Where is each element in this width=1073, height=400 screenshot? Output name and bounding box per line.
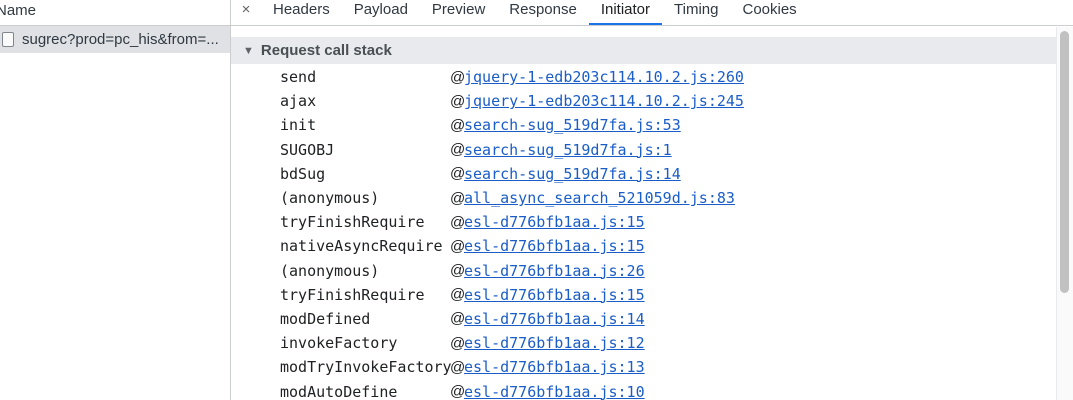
source-location-link[interactable]: esl-d776bfb1aa.js:13	[464, 358, 645, 376]
at-symbol: @	[450, 165, 466, 183]
vertical-scrollbar[interactable]	[1056, 27, 1073, 400]
function-name: bdSug	[280, 164, 326, 183]
call-stack-row: bdSug @ search-sug_519d7fa.js:14	[280, 162, 1040, 186]
close-details-icon[interactable]: ×	[231, 0, 261, 20]
at-symbol: @	[450, 334, 466, 352]
tab-payload[interactable]: Payload	[342, 0, 420, 25]
call-stack-row: tryFinishRequire @ esl-d776bfb1aa.js:15	[280, 283, 1040, 307]
call-stack-row: modAutoDefine @ esl-d776bfb1aa.js:10	[280, 379, 1040, 400]
source-location-link[interactable]: esl-d776bfb1aa.js:10	[464, 383, 645, 400]
collapse-caret-icon: ▼	[243, 44, 254, 57]
name-column-header-label: Name	[0, 2, 37, 19]
at-symbol: @	[450, 116, 466, 134]
source-location-link[interactable]: esl-d776bfb1aa.js:15	[464, 286, 645, 304]
call-stack-row: (anonymous) @ all_async_search_521059d.js:…	[280, 186, 1040, 210]
function-name: modTryInvokeFactory	[280, 358, 452, 377]
request-name: sugrec?prod=pc_his&from=...	[22, 31, 219, 48]
at-symbol: @	[450, 68, 466, 86]
at-symbol: @	[450, 213, 466, 231]
function-name: ajax	[280, 92, 317, 111]
function-name: nativeAsyncRequire	[280, 237, 443, 256]
source-location-link[interactable]: esl-d776bfb1aa.js:12	[464, 334, 645, 352]
tab-cookies[interactable]: Cookies	[730, 0, 808, 25]
source-location-link[interactable]: all_async_search_521059d.js:83	[464, 189, 735, 207]
function-name: SUGOBJ	[280, 140, 335, 159]
call-stack-list: send @ jquery-1-edb203c114.10.2.js:260 ajax…	[280, 65, 1040, 400]
at-symbol: @	[450, 383, 466, 400]
request-call-stack-header[interactable]: ▼ Request call stack	[231, 37, 1056, 64]
function-name: invokeFactory	[280, 334, 398, 353]
source-location-link[interactable]: esl-d776bfb1aa.js:15	[464, 213, 645, 231]
source-location-link[interactable]: search-sug_519d7fa.js:53	[464, 116, 681, 134]
devtools-network-panel: Name sugrec?prod=pc_his&from=... × Heade…	[0, 0, 1073, 400]
function-name: send	[280, 68, 317, 87]
function-name: tryFinishRequire	[280, 285, 425, 304]
source-location-link[interactable]: jquery-1-edb203c114.10.2.js:260	[464, 68, 744, 86]
tab-timing[interactable]: Timing	[662, 0, 730, 25]
source-location-link[interactable]: search-sug_519d7fa.js:14	[464, 165, 681, 183]
call-stack-row: ajax @ jquery-1-edb203c114.10.2.js:245	[280, 89, 1040, 113]
at-symbol: @	[450, 237, 466, 255]
at-symbol: @	[450, 358, 466, 376]
at-symbol: @	[450, 286, 466, 304]
call-stack-row: SUGOBJ @ search-sug_519d7fa.js:1	[280, 138, 1040, 162]
call-stack-row: init @ search-sug_519d7fa.js:53	[280, 113, 1040, 137]
call-stack-row: send @ jquery-1-edb203c114.10.2.js:260	[280, 65, 1040, 89]
section-title: Request call stack	[260, 42, 392, 59]
function-name: modAutoDefine	[280, 382, 398, 400]
tab-preview[interactable]: Preview	[420, 0, 497, 25]
at-symbol: @	[450, 262, 466, 280]
request-details-pane: × Headers Payload Preview Response Initi…	[231, 0, 1073, 400]
at-symbol: @	[450, 189, 466, 207]
call-stack-row: (anonymous) @ esl-d776bfb1aa.js:26	[280, 259, 1040, 283]
function-name: (anonymous)	[280, 261, 380, 280]
function-name: tryFinishRequire	[280, 213, 425, 232]
at-symbol: @	[450, 310, 466, 328]
request-list-pane: Name sugrec?prod=pc_his&from=...	[0, 0, 231, 400]
function-name: init	[280, 116, 317, 135]
call-stack-row: invokeFactory @ esl-d776bfb1aa.js:12	[280, 331, 1040, 355]
request-row-selected[interactable]: sugrec?prod=pc_his&from=...	[0, 26, 230, 53]
details-tabbar: × Headers Payload Preview Response Initi…	[231, 0, 1073, 26]
tab-headers[interactable]: Headers	[261, 0, 342, 25]
source-location-link[interactable]: esl-d776bfb1aa.js:26	[464, 262, 645, 280]
name-column-header[interactable]: Name	[0, 0, 230, 26]
function-name: modDefined	[280, 309, 371, 328]
source-location-link[interactable]: jquery-1-edb203c114.10.2.js:245	[464, 92, 744, 110]
document-icon	[2, 32, 14, 47]
call-stack-row: modTryInvokeFactory @ esl-d776bfb1aa.js:13	[280, 355, 1040, 379]
at-symbol: @	[450, 141, 466, 159]
call-stack-row: tryFinishRequire @ esl-d776bfb1aa.js:15	[280, 210, 1040, 234]
tab-response[interactable]: Response	[497, 0, 589, 25]
source-location-link[interactable]: esl-d776bfb1aa.js:15	[464, 237, 645, 255]
function-name: (anonymous)	[280, 189, 380, 208]
at-symbol: @	[450, 92, 466, 110]
call-stack-row: modDefined @ esl-d776bfb1aa.js:14	[280, 307, 1040, 331]
source-location-link[interactable]: search-sug_519d7fa.js:1	[464, 141, 672, 159]
tab-initiator[interactable]: Initiator	[588, 0, 663, 25]
scrollbar-thumb[interactable]	[1060, 31, 1069, 293]
source-location-link[interactable]: esl-d776bfb1aa.js:14	[464, 310, 645, 328]
call-stack-row: nativeAsyncRequire @ esl-d776bfb1aa.js:15	[280, 234, 1040, 258]
